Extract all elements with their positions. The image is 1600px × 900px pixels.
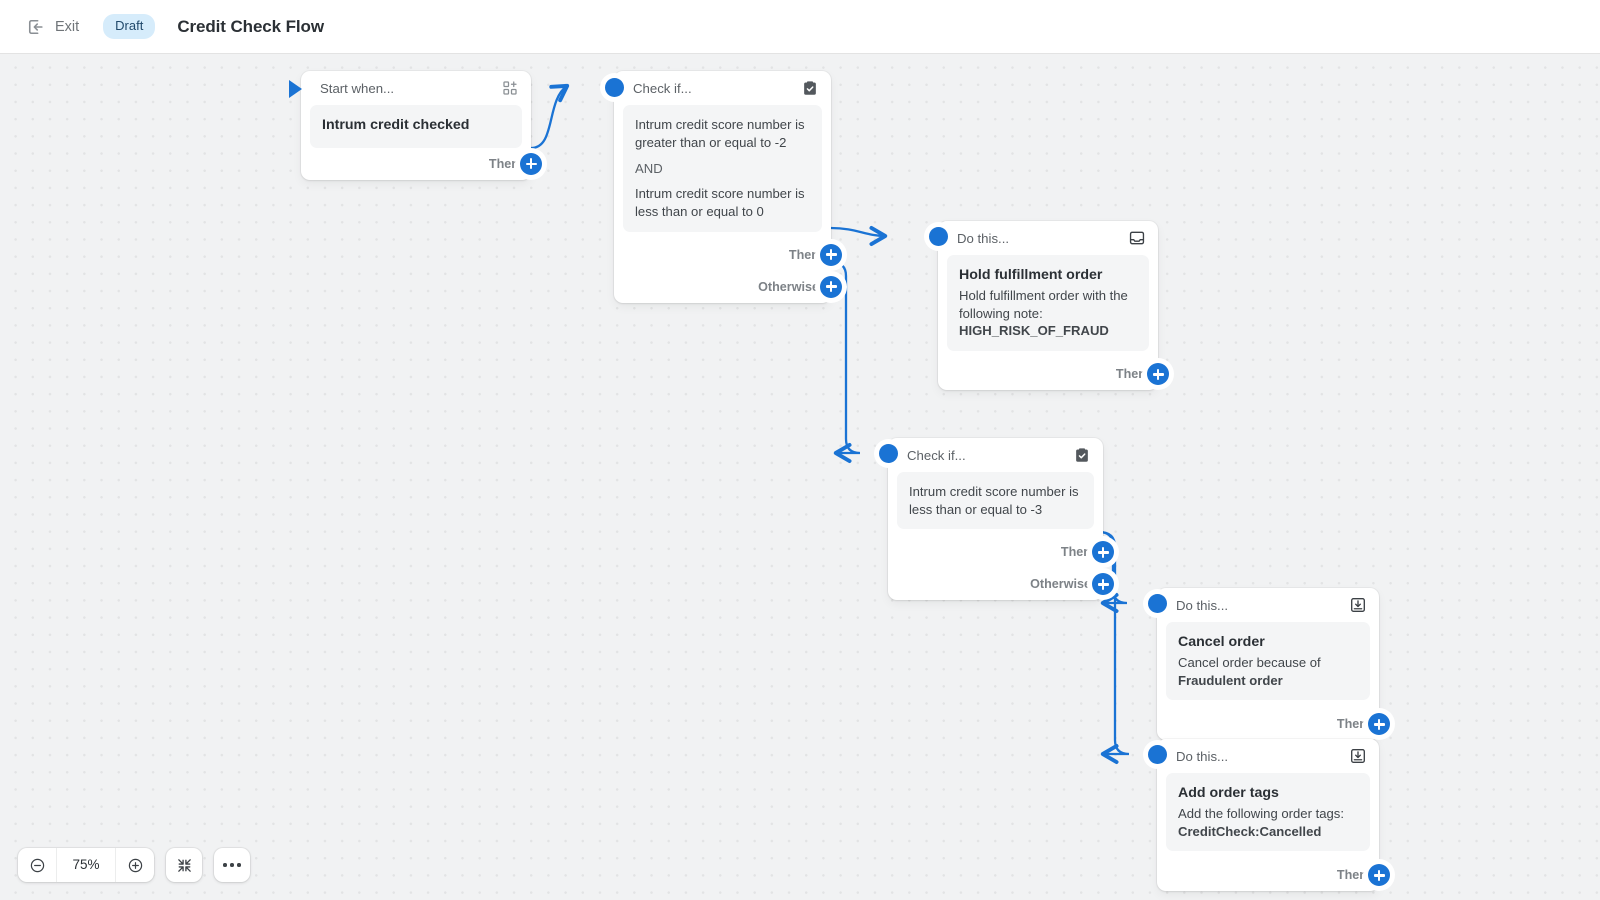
action-title: Cancel order	[1178, 633, 1358, 653]
node-body-action[interactable]: Hold fulfillment order Hold fulfillment …	[947, 255, 1149, 351]
node-trigger[interactable]: Start when... Intrum credit checked Then	[301, 71, 531, 180]
output-row-then: Then	[888, 536, 1103, 568]
output-label: Then	[1116, 367, 1146, 381]
ellipsis-icon	[223, 863, 240, 867]
exit-door-icon	[26, 17, 46, 37]
output-label: Otherwise	[758, 280, 819, 294]
action-description: Add the following order tags: CreditChec…	[1178, 805, 1358, 841]
condition-operator: AND	[635, 161, 810, 176]
add-step-button-otherwise[interactable]	[820, 276, 842, 298]
action-description-value: HIGH_RISK_OF_FRAUD	[959, 323, 1109, 338]
input-connector[interactable]	[929, 227, 948, 246]
save-order-icon[interactable]	[1349, 596, 1367, 614]
output-label: Then	[789, 248, 819, 262]
output-row-then: Then	[1157, 708, 1379, 740]
output-row-otherwise: Otherwise	[614, 271, 831, 303]
output-label: Otherwise	[1030, 577, 1091, 591]
node-head-title: Check if...	[907, 448, 1073, 463]
node-check-2[interactable]: Check if... Intrum credit score number i…	[888, 438, 1103, 600]
minus-circle-icon	[29, 857, 46, 874]
output-label: Then	[1061, 545, 1091, 559]
zoom-in-button[interactable]	[116, 848, 154, 882]
output-label: Then	[1337, 868, 1367, 882]
add-block-icon[interactable]	[501, 79, 519, 97]
node-body-action[interactable]: Cancel order Cancel order because of Fra…	[1166, 622, 1370, 700]
node-check-1[interactable]: Check if... Intrum credit score number i…	[614, 71, 831, 303]
collapse-arrows-icon	[176, 857, 193, 874]
edge-check1-then-to-hold	[831, 228, 885, 236]
add-step-button-then[interactable]	[820, 244, 842, 266]
node-head-title: Do this...	[957, 231, 1128, 246]
add-step-button-otherwise[interactable]	[1092, 573, 1114, 595]
edge-trigger-to-check1	[531, 86, 567, 148]
input-connector[interactable]	[879, 444, 898, 463]
action-description: Cancel order because of Fraudulent order	[1178, 654, 1358, 690]
exit-label: Exit	[55, 19, 79, 35]
action-title: Add order tags	[1178, 784, 1358, 804]
node-action-cancel[interactable]: Do this... Cancel order Cancel order bec…	[1157, 588, 1379, 740]
node-body-conditions[interactable]: Intrum credit score number is less than …	[897, 472, 1094, 529]
input-connector[interactable]	[1148, 594, 1167, 613]
add-step-button-then[interactable]	[1092, 541, 1114, 563]
add-step-button-then[interactable]	[1147, 363, 1169, 385]
action-title: Hold fulfillment order	[959, 266, 1137, 286]
output-row-then: Then	[1157, 859, 1379, 891]
node-header: Do this...	[1157, 588, 1379, 622]
status-badge: Draft	[103, 14, 155, 39]
exit-button[interactable]: Exit	[20, 13, 85, 41]
node-header: Start when...	[301, 71, 531, 105]
plus-circle-icon	[127, 857, 144, 874]
zoom-out-button[interactable]	[18, 848, 56, 882]
clipboard-check-icon[interactable]	[801, 79, 819, 97]
action-description-text: Add the following order tags:	[1178, 806, 1344, 821]
page-title: Credit Check Flow	[177, 17, 324, 37]
more-options-button[interactable]	[214, 848, 250, 882]
node-header: Do this...	[1157, 739, 1379, 773]
node-header: Check if...	[888, 438, 1103, 472]
node-head-title: Check if...	[633, 81, 801, 96]
condition-line: Intrum credit score number is less than …	[635, 185, 810, 220]
zoom-control-group: 75%	[18, 848, 154, 882]
node-head-title: Start when...	[320, 81, 501, 96]
output-label: Then	[1337, 717, 1367, 731]
top-bar: Exit Draft Credit Check Flow	[0, 0, 1600, 54]
output-row-then: Then	[938, 358, 1158, 390]
node-head-title: Do this...	[1176, 598, 1349, 613]
action-description-text: Hold fulfillment order with the followin…	[959, 288, 1128, 321]
trigger-title: Intrum credit checked	[322, 116, 510, 136]
edge-check2-to-tags	[1099, 532, 1129, 754]
trigger-play-icon	[289, 80, 302, 98]
action-description-value: Fraudulent order	[1178, 673, 1283, 688]
node-header: Do this...	[938, 221, 1158, 255]
clipboard-check-icon[interactable]	[1073, 446, 1091, 464]
input-connector[interactable]	[1148, 745, 1167, 764]
zoom-level-value[interactable]: 75%	[56, 848, 116, 882]
zoom-toolbar: 75%	[18, 848, 250, 882]
add-step-button-then[interactable]	[1368, 864, 1390, 886]
flow-canvas[interactable]: Start when... Intrum credit checked Then…	[0, 54, 1600, 900]
add-step-button-then[interactable]	[520, 153, 542, 175]
output-row-then: Then	[301, 148, 531, 180]
node-body-action[interactable]: Add order tags Add the following order t…	[1166, 773, 1370, 851]
inbox-icon[interactable]	[1128, 229, 1146, 247]
fit-to-screen-button[interactable]	[166, 848, 202, 882]
output-label: Then	[489, 157, 519, 171]
condition-line: Intrum credit score number is less than …	[909, 483, 1082, 518]
condition-line: Intrum credit score number is greater th…	[635, 116, 810, 151]
add-step-button-then[interactable]	[1368, 713, 1390, 735]
action-description-text: Cancel order because of	[1178, 655, 1321, 670]
node-head-title: Do this...	[1176, 749, 1349, 764]
output-row-otherwise: Otherwise	[888, 568, 1103, 600]
node-body[interactable]: Intrum credit checked	[310, 105, 522, 148]
input-connector[interactable]	[605, 78, 624, 97]
action-description: Hold fulfillment order with the followin…	[959, 287, 1137, 340]
save-order-icon[interactable]	[1349, 747, 1367, 765]
node-action-tags[interactable]: Do this... Add order tags Add the follow…	[1157, 739, 1379, 891]
action-description-value: CreditCheck:Cancelled	[1178, 824, 1321, 839]
node-body-conditions[interactable]: Intrum credit score number is greater th…	[623, 105, 822, 232]
output-row-then: Then	[614, 239, 831, 271]
node-action-hold[interactable]: Do this... Hold fulfillment order Hold f…	[938, 221, 1158, 390]
node-header: Check if...	[614, 71, 831, 105]
